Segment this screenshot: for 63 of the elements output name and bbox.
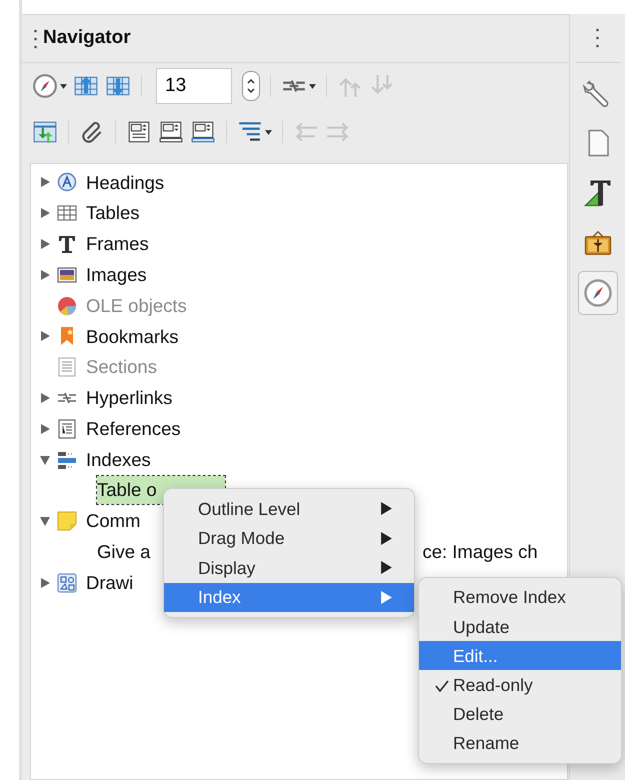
grip-icon[interactable] bbox=[596, 27, 599, 49]
section-icon bbox=[57, 357, 77, 378]
menu-item[interactable]: Update bbox=[419, 612, 621, 642]
expand-arrow-icon[interactable] bbox=[39, 576, 51, 589]
spin-arrows-icon bbox=[246, 76, 256, 96]
check-icon bbox=[435, 680, 449, 692]
expand-arrow-icon[interactable] bbox=[39, 238, 51, 250]
expand-arrow-icon[interactable] bbox=[39, 330, 51, 342]
tree-item[interactable]: Hyperlinks bbox=[86, 384, 172, 412]
grip-icon[interactable] bbox=[34, 28, 37, 50]
tree-item[interactable]: Indexes bbox=[86, 446, 151, 474]
menu-item[interactable]: Drag Mode bbox=[164, 524, 414, 554]
caret-icon bbox=[265, 130, 272, 134]
table-icon bbox=[57, 203, 77, 224]
menu-item[interactable]: Rename bbox=[419, 728, 621, 758]
collapse-arrow-icon[interactable] bbox=[39, 454, 51, 466]
note-icon bbox=[57, 511, 77, 532]
compass-icon bbox=[32, 73, 58, 99]
menu-item[interactable]: Read-only bbox=[419, 670, 621, 700]
menu-item[interactable]: Index bbox=[164, 582, 414, 612]
menu-item[interactable]: Edit... bbox=[419, 641, 621, 670]
tree-item[interactable]: Give a bbox=[97, 538, 150, 566]
caret-icon bbox=[60, 84, 67, 88]
caret-icon bbox=[309, 84, 316, 88]
image-icon bbox=[57, 264, 77, 285]
drag-drop-icon bbox=[32, 119, 58, 145]
spin-button[interactable] bbox=[242, 71, 260, 101]
chapter-icon bbox=[126, 119, 152, 145]
expand-arrow-icon[interactable] bbox=[39, 207, 51, 220]
page-number-field[interactable]: 13 bbox=[156, 68, 232, 104]
expand-arrow-icon[interactable] bbox=[39, 422, 51, 435]
submenu-arrow-icon bbox=[381, 502, 392, 516]
panel-title: Navigator bbox=[43, 26, 131, 50]
tree-item[interactable]: Bookmarks bbox=[86, 322, 179, 350]
submenu-arrow-icon bbox=[381, 561, 392, 574]
menu-item[interactable]: Delete bbox=[419, 699, 621, 728]
tree-item[interactable]: Frames bbox=[86, 230, 149, 258]
chapter-icon bbox=[190, 119, 216, 145]
reference-icon bbox=[57, 418, 77, 439]
drawing-icon bbox=[57, 572, 77, 593]
tree-item[interactable]: Headings bbox=[86, 168, 164, 196]
index-icon bbox=[57, 450, 77, 470]
chart-icon bbox=[57, 296, 77, 316]
menu-item[interactable]: Remove Index bbox=[419, 583, 621, 612]
submenu-arrow-icon bbox=[381, 532, 392, 545]
expand-arrow-icon[interactable] bbox=[39, 392, 51, 404]
expand-arrow-icon[interactable] bbox=[39, 176, 51, 188]
chapter-icon bbox=[158, 119, 184, 145]
frame-icon bbox=[57, 234, 77, 254]
tree-item[interactable]: ce: Images ch bbox=[422, 538, 538, 566]
heading-icon bbox=[57, 172, 77, 192]
collapse-arrow-icon[interactable] bbox=[39, 515, 51, 528]
tree-item[interactable]: Drawi bbox=[86, 568, 134, 597]
tree-item[interactable]: Tables bbox=[86, 199, 140, 228]
gallery-icon bbox=[582, 228, 612, 258]
expand-arrow-icon[interactable] bbox=[39, 268, 51, 281]
menu-item[interactable]: Display bbox=[164, 553, 414, 583]
tree-item[interactable]: References bbox=[86, 414, 181, 443]
styles-icon bbox=[582, 178, 612, 208]
tree-item[interactable]: Comm bbox=[86, 507, 140, 536]
submenu-arrow-icon bbox=[381, 591, 392, 604]
compass-icon bbox=[582, 278, 612, 308]
tree-item[interactable]: Images bbox=[86, 260, 147, 289]
